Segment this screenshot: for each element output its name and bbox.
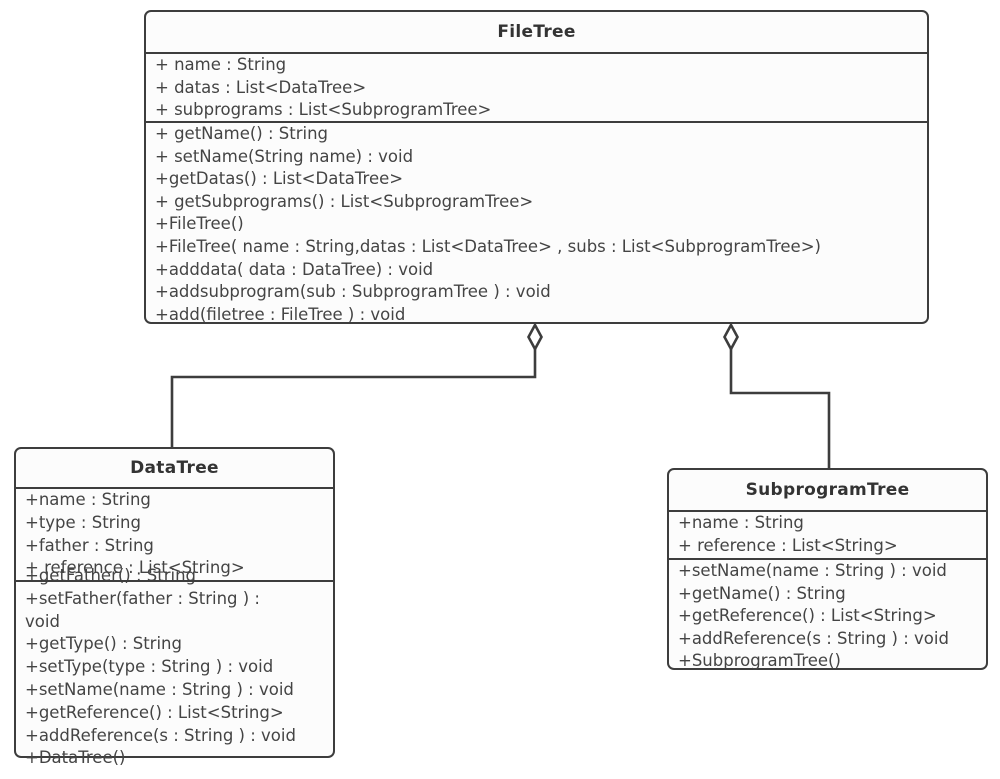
operation-row: +addReference(s : String ) : void <box>25 725 296 745</box>
attribute-row: +type : String <box>25 512 141 532</box>
operation-row: + setName(String name) : void <box>155 146 414 166</box>
attribute-row: + reference : List<String> <box>678 535 898 555</box>
attribute-row: +name : String <box>678 513 804 532</box>
operations-compartment-subprogramtree: +setName(name : String ) : void +getName… <box>669 560 986 673</box>
operation-row: +adddata( data : DataTree) : void <box>155 259 434 279</box>
operation-row: +FileTree( name : String,datas : List<Da… <box>155 236 821 256</box>
operation-row: +add(filetree : FileTree ) : void <box>155 304 406 324</box>
operation-row: +DataTree() <box>25 748 126 768</box>
attributes-compartment-subprogramtree: +name : String + reference : List<String… <box>669 512 986 557</box>
operation-row: void <box>25 611 60 631</box>
hollow-diamond-icon <box>527 322 543 352</box>
operation-row: +setName(name : String ) : void <box>678 561 947 580</box>
class-divider <box>669 510 986 512</box>
operation-row: +SubprogramTree() <box>678 651 841 671</box>
class-title-filetree: FileTree <box>497 22 576 42</box>
class-divider <box>669 558 986 560</box>
aggregation-filetree-subprogramtree[interactable] <box>723 322 831 470</box>
attribute-row: +name : String <box>25 490 151 509</box>
attribute-row: +father : String <box>25 535 154 555</box>
operation-row: +setName(name : String ) : void <box>25 679 294 699</box>
class-divider <box>16 487 333 489</box>
attribute-row: + name : String <box>155 55 287 74</box>
operation-row: +getType() : String <box>25 634 182 654</box>
aggregation-filetree-datatree[interactable] <box>170 322 543 449</box>
operation-row: +getDatas() : List<DataTree> <box>155 169 404 189</box>
class-divider <box>16 580 333 582</box>
operation-row: +getFather() : String <box>25 566 197 585</box>
operation-row: + getName() : String <box>155 124 329 143</box>
class-title-datatree: DataTree <box>130 458 219 478</box>
aggregation-line-datatree <box>170 347 537 449</box>
attribute-row: + subprograms : List<SubprogramTree> <box>155 100 492 120</box>
operation-row: +addReference(s : String ) : void <box>678 628 949 648</box>
class-box-subprogramtree[interactable]: SubprogramTree +name : String + referenc… <box>667 468 988 670</box>
aggregation-line-subprogramtree <box>729 347 831 470</box>
attribute-row: + datas : List<DataTree> <box>155 77 367 97</box>
class-title-subprogramtree: SubprogramTree <box>745 480 910 500</box>
operation-row: +FileTree() <box>155 214 244 234</box>
uml-class-diagram-canvas: FileTree + name : String + datas : List<… <box>0 0 1000 779</box>
operation-row: +getReference() : List<String> <box>678 606 937 626</box>
class-box-datatree[interactable]: DataTree +name : String +type : String +… <box>14 447 335 767</box>
operation-row: +addsubprogram(sub : SubprogramTree ) : … <box>155 282 551 302</box>
operation-row: +getName() : String <box>678 583 846 603</box>
operation-row: +setType(type : String ) : void <box>25 657 274 677</box>
operation-row: + getSubprograms() : List<SubprogramTree… <box>155 191 534 211</box>
class-box-filetree[interactable]: FileTree + name : String + datas : List<… <box>144 10 929 324</box>
operations-compartment-datatree: +getFather() : String +setFather(father … <box>16 565 333 770</box>
operation-row: +setFather(father : String ) : <box>25 588 260 608</box>
hollow-diamond-icon <box>723 322 739 352</box>
attributes-compartment-filetree: + name : String + datas : List<DataTree>… <box>146 54 927 122</box>
operation-row: +getReference() : List<String> <box>25 702 284 722</box>
class-divider <box>146 121 927 123</box>
operations-compartment-filetree: + getName() : String + setName(String na… <box>146 123 927 326</box>
class-divider <box>146 52 927 54</box>
